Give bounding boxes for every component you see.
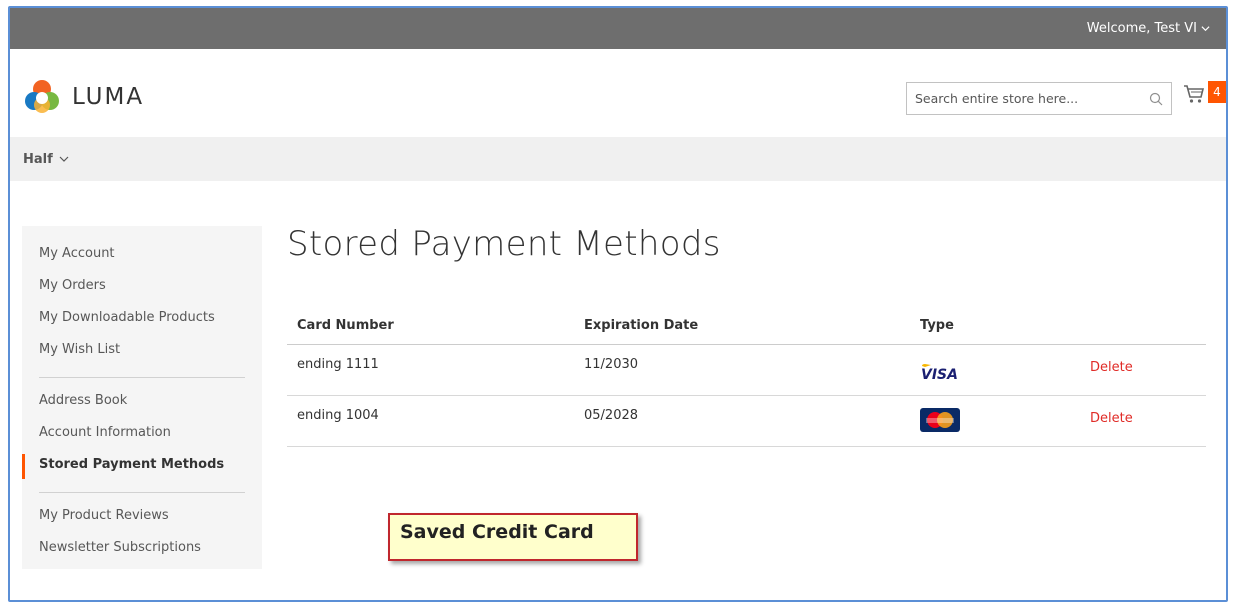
table-header: Card Number Expiration Date Type — [287, 307, 1206, 345]
sidebar-item-downloadable-products[interactable]: My Downloadable Products — [22, 307, 262, 339]
sidebar-divider — [39, 492, 245, 493]
column-header-type: Type — [920, 318, 954, 333]
sidebar-item-address-book[interactable]: Address Book — [22, 390, 262, 422]
search-box — [906, 82, 1172, 115]
account-sidebar: My Account My Orders My Downloadable Pro… — [22, 226, 262, 569]
column-header-expiration-date: Expiration Date — [584, 318, 699, 333]
delete-link[interactable]: Delete — [1090, 411, 1133, 426]
page-title: Stored Payment Methods — [287, 224, 721, 264]
sidebar-item-newsletter-subscriptions[interactable]: Newsletter Subscriptions — [22, 537, 262, 569]
browser-frame: Welcome, Test VI LUMA Search entire stor… — [8, 6, 1228, 602]
welcome-text: Welcome, Test VI — [1086, 21, 1197, 36]
luma-logo-icon — [25, 80, 59, 113]
logo[interactable]: LUMA — [24, 79, 144, 115]
nav-item-label: Half — [23, 151, 53, 167]
svg-text:VISA: VISA — [921, 367, 958, 382]
visa-icon: VISA — [921, 364, 958, 382]
expiration-date-cell: 05/2028 — [584, 408, 639, 423]
delete-link[interactable]: Delete — [1090, 360, 1133, 375]
welcome-menu[interactable]: Welcome, Test VI — [1087, 21, 1210, 36]
column-header-card-number: Card Number — [297, 318, 394, 333]
mastercard-icon — [920, 408, 960, 432]
sidebar-item-my-orders[interactable]: My Orders — [22, 275, 262, 307]
chevron-down-icon — [59, 156, 69, 162]
sidebar-item-stored-payment-methods[interactable]: Stored Payment Methods — [22, 454, 262, 486]
nav-item-half[interactable]: Half — [23, 152, 69, 167]
sidebar-item-my-account[interactable]: My Account — [22, 243, 262, 275]
sidebar-divider — [39, 377, 245, 378]
table-row: ending 1004 05/2028 Delete — [287, 396, 1206, 447]
sidebar-item-wish-list[interactable]: My Wish List — [22, 339, 262, 371]
card-number-cell: ending 1111 — [297, 357, 379, 372]
header: LUMA 4 — [10, 49, 1226, 137]
actions-cell: Delete — [1090, 357, 1206, 375]
sidebar-item-account-information[interactable]: Account Information — [22, 422, 262, 454]
card-type-cell — [920, 408, 1090, 438]
search-input[interactable] — [915, 91, 1149, 106]
cart-icon[interactable] — [1183, 83, 1205, 105]
card-type-cell: VISA — [920, 357, 1090, 387]
card-number-cell: ending 1004 — [297, 408, 379, 423]
search-icon[interactable] — [1149, 92, 1163, 106]
annotation-callout: Saved Credit Card — [388, 513, 638, 561]
payment-methods-table: Card Number Expiration Date Type ending … — [287, 307, 1206, 447]
logo-text: LUMA — [72, 84, 145, 110]
top-bar: Welcome, Test VI — [10, 8, 1226, 49]
expiration-date-cell: 11/2030 — [584, 357, 639, 372]
table-row: ending 1111 11/2030 VISA Delete — [287, 345, 1206, 396]
cart-count-badge[interactable]: 4 — [1208, 81, 1226, 103]
chevron-down-icon — [1201, 26, 1210, 32]
actions-cell: Delete — [1090, 408, 1206, 426]
nav-bar: Half — [10, 137, 1226, 181]
sidebar-item-product-reviews[interactable]: My Product Reviews — [22, 505, 262, 537]
